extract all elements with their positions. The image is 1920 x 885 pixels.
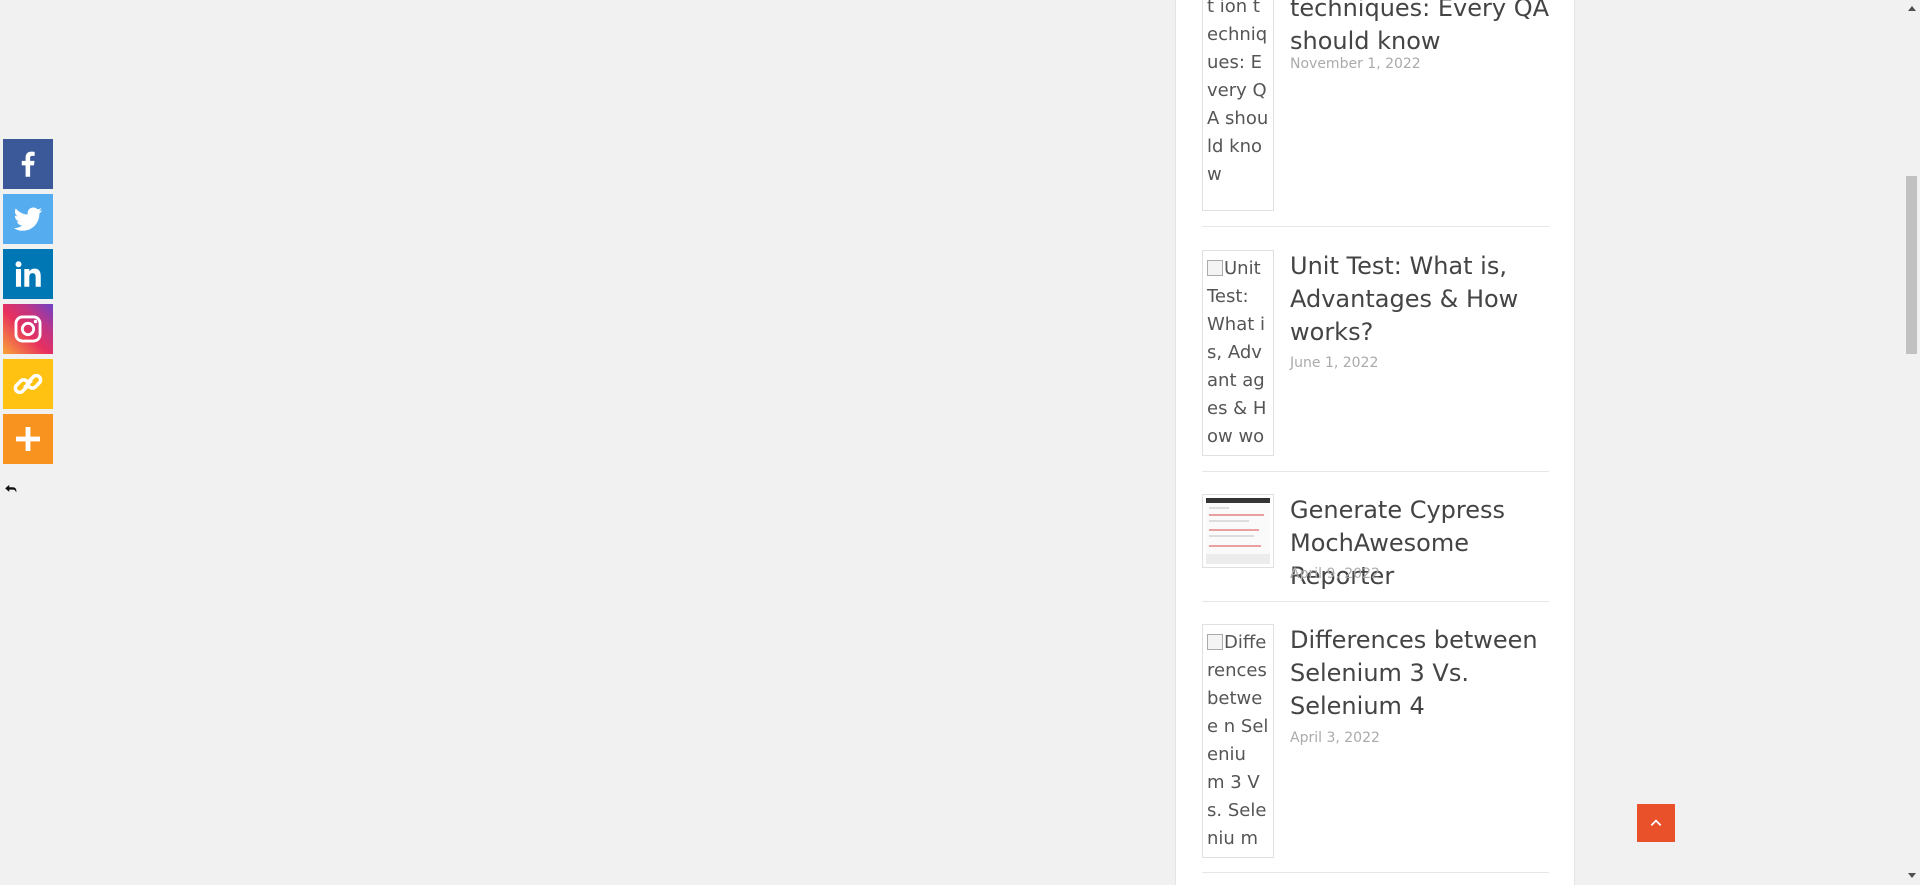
post-thumbnail[interactable] (1202, 494, 1274, 568)
list-item: Unit Test: What is, Advant ages & How wo… (1202, 250, 1549, 472)
plus-icon (15, 426, 41, 452)
recent-posts-widget: Estimat ion techniq ues: Every QA should… (1175, 0, 1575, 885)
scroll-up-arrow-icon[interactable] (1907, 3, 1916, 12)
twitter-icon (13, 207, 43, 231)
post-thumbnail[interactable]: Diffe rences betwee n Seleniu m 3 Vs. Se… (1202, 624, 1274, 858)
thumbnail-alt-text: Estimat ion techniq ues: Every QA should… (1207, 0, 1269, 185)
post-title-link[interactable]: techniques: Every QA should know (1290, 0, 1552, 58)
facebook-icon (21, 151, 35, 177)
post-thumbnail[interactable]: Estimat ion techniq ues: Every QA should… (1202, 0, 1274, 211)
instagram-icon (14, 315, 42, 343)
scrollbar-thumb[interactable] (1906, 176, 1917, 354)
facebook-share-button[interactable] (3, 139, 53, 189)
post-title-link[interactable]: Unit Test: What is, Advantages & How wor… (1290, 250, 1552, 349)
copy-link-button[interactable] (3, 359, 53, 409)
scroll-to-top-button[interactable] (1637, 804, 1675, 842)
report-screenshot-image (1206, 498, 1270, 564)
list-item: Estimat ion techniq ues: Every QA should… (1202, 0, 1549, 227)
post-date: April 3, 2022 (1290, 730, 1380, 746)
instagram-share-button[interactable] (3, 304, 53, 354)
scroll-down-arrow-icon[interactable] (1907, 871, 1916, 880)
post-thumbnail[interactable]: Unit Test: What is, Advant ages & How wo… (1202, 250, 1274, 456)
thumbnail-alt-text: Diffe rences betwee n Seleniu m 3 Vs. Se… (1207, 632, 1269, 857)
post-date: April 9, 2022 (1290, 566, 1380, 582)
linkedin-icon (15, 261, 41, 287)
linkedin-share-button[interactable] (3, 249, 53, 299)
more-share-button[interactable] (3, 414, 53, 464)
chevron-up-icon (1650, 819, 1662, 826)
link-icon (13, 373, 43, 395)
broken-image-icon (1207, 634, 1223, 650)
list-item: Generate Cypress MochAwesome Reporter Ap… (1202, 494, 1549, 602)
page-scrollbar[interactable] (1903, 0, 1920, 885)
post-date: November 1, 2022 (1290, 56, 1421, 72)
list-item: Diffe rences betwee n Seleniu m 3 Vs. Se… (1202, 624, 1549, 873)
post-date: June 1, 2022 (1290, 355, 1379, 371)
hand-point-left-icon (5, 484, 17, 493)
social-share-bar (3, 139, 53, 464)
hide-share-bar-toggle[interactable] (3, 481, 19, 497)
twitter-share-button[interactable] (3, 194, 53, 244)
broken-image-icon (1207, 260, 1223, 276)
thumbnail-alt-text: Unit Test: What is, Advant ages & How wo… (1207, 258, 1267, 455)
post-title-link[interactable]: Differences between Selenium 3 Vs. Selen… (1290, 624, 1552, 723)
